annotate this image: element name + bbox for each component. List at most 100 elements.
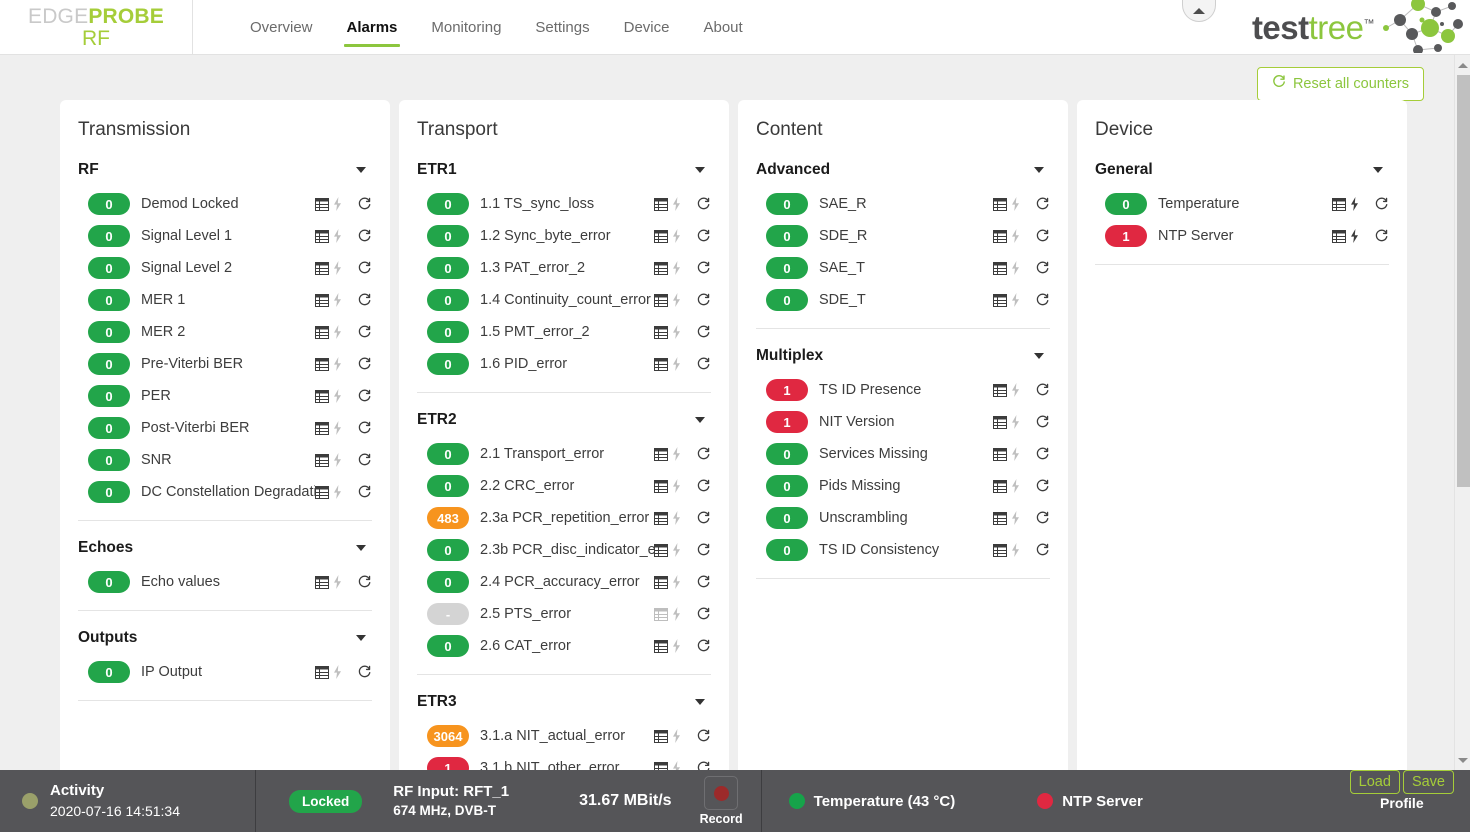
details-table-icon[interactable] [315,389,329,403]
details-table-icon[interactable] [654,447,668,461]
reset-counter-icon[interactable] [695,447,711,462]
threshold-bolt-icon[interactable] [670,639,683,653]
chevron-down-icon[interactable] [695,167,705,173]
threshold-bolt-icon[interactable] [331,389,344,403]
threshold-bolt-icon[interactable] [1348,197,1361,211]
reset-counter-icon[interactable] [356,485,372,500]
threshold-bolt-icon[interactable] [670,729,683,743]
group-header-etr1[interactable]: ETR1 [417,157,711,188]
threshold-bolt-icon[interactable] [1009,293,1022,307]
threshold-bolt-icon[interactable] [331,575,344,589]
details-table-icon[interactable] [315,575,329,589]
scroll-up-button[interactable] [1455,57,1470,73]
reset-counter-icon[interactable] [356,575,372,590]
threshold-bolt-icon[interactable] [331,197,344,211]
reset-counter-icon[interactable] [1034,543,1050,558]
load-profile-button[interactable]: Load [1349,770,1400,794]
details-table-icon[interactable] [654,543,668,557]
reset-counter-icon[interactable] [356,421,372,436]
page-scrollbar[interactable] [1454,55,1470,770]
threshold-bolt-icon[interactable] [670,197,683,211]
threshold-bolt-icon[interactable] [670,357,683,371]
reset-counter-icon[interactable] [695,293,711,308]
chevron-down-icon[interactable] [1034,353,1044,359]
collapse-header-button[interactable] [1182,0,1216,22]
reset-counter-icon[interactable] [1034,383,1050,398]
reset-counter-icon[interactable] [1373,229,1389,244]
reset-counter-icon[interactable] [356,453,372,468]
details-table-icon[interactable] [993,511,1007,525]
details-table-icon[interactable] [993,415,1007,429]
reset-counter-icon[interactable] [695,607,711,622]
threshold-bolt-icon[interactable] [670,607,683,621]
details-table-icon[interactable] [654,761,668,770]
reset-counter-icon[interactable] [695,229,711,244]
details-table-icon[interactable] [654,357,668,371]
reset-counter-icon[interactable] [695,543,711,558]
details-table-icon[interactable] [315,665,329,679]
group-header-echoes[interactable]: Echoes [78,535,372,566]
details-table-icon[interactable] [993,447,1007,461]
reset-counter-icon[interactable] [356,665,372,680]
details-table-icon[interactable] [993,261,1007,275]
reset-counter-icon[interactable] [1034,479,1050,494]
reset-counter-icon[interactable] [1034,511,1050,526]
threshold-bolt-icon[interactable] [1009,261,1022,275]
chevron-down-icon[interactable] [1373,167,1383,173]
group-header-etr3[interactable]: ETR3 [417,689,711,720]
details-table-icon[interactable] [993,197,1007,211]
reset-counter-icon[interactable] [1034,447,1050,462]
threshold-bolt-icon[interactable] [331,229,344,243]
threshold-bolt-icon[interactable] [670,229,683,243]
scrollbar-thumb[interactable] [1457,75,1470,487]
details-table-icon[interactable] [315,293,329,307]
chevron-down-icon[interactable] [695,699,705,705]
details-table-icon[interactable] [654,639,668,653]
reset-counter-icon[interactable] [695,575,711,590]
threshold-bolt-icon[interactable] [1009,447,1022,461]
threshold-bolt-icon[interactable] [670,325,683,339]
details-table-icon[interactable] [654,511,668,525]
details-table-icon[interactable] [993,543,1007,557]
chevron-down-icon[interactable] [695,417,705,423]
threshold-bolt-icon[interactable] [1009,197,1022,211]
nav-item-device[interactable]: Device [607,0,687,55]
reset-counter-icon[interactable] [695,511,711,526]
reset-counter-icon[interactable] [695,261,711,276]
details-table-icon[interactable] [315,229,329,243]
reset-counter-icon[interactable] [695,729,711,744]
group-header-rf[interactable]: RF [78,157,372,188]
threshold-bolt-icon[interactable] [331,421,344,435]
reset-counter-icon[interactable] [1373,197,1389,212]
threshold-bolt-icon[interactable] [670,543,683,557]
threshold-bolt-icon[interactable] [670,447,683,461]
details-table-icon[interactable] [315,357,329,371]
reset-counter-icon[interactable] [356,325,372,340]
threshold-bolt-icon[interactable] [1009,383,1022,397]
reset-counter-icon[interactable] [695,479,711,494]
reset-counter-icon[interactable] [1034,261,1050,276]
details-table-icon[interactable] [993,229,1007,243]
chevron-down-icon[interactable] [356,545,366,551]
chevron-down-icon[interactable] [1034,167,1044,173]
nav-item-alarms[interactable]: Alarms [330,0,415,55]
reset-counter-icon[interactable] [356,229,372,244]
record-control[interactable]: Record [700,776,743,826]
group-header-etr2[interactable]: ETR2 [417,407,711,438]
reset-counter-icon[interactable] [356,293,372,308]
threshold-bolt-icon[interactable] [1009,543,1022,557]
reset-counter-icon[interactable] [695,197,711,212]
threshold-bolt-icon[interactable] [331,261,344,275]
reset-counter-icon[interactable] [1034,293,1050,308]
reset-counter-icon[interactable] [1034,197,1050,212]
threshold-bolt-icon[interactable] [670,761,683,770]
threshold-bolt-icon[interactable] [331,325,344,339]
threshold-bolt-icon[interactable] [670,575,683,589]
threshold-bolt-icon[interactable] [331,293,344,307]
details-table-icon[interactable] [654,729,668,743]
details-table-icon[interactable] [654,229,668,243]
chevron-down-icon[interactable] [356,635,366,641]
details-table-icon[interactable] [993,383,1007,397]
details-table-icon[interactable] [1332,197,1346,211]
details-table-icon[interactable] [654,197,668,211]
